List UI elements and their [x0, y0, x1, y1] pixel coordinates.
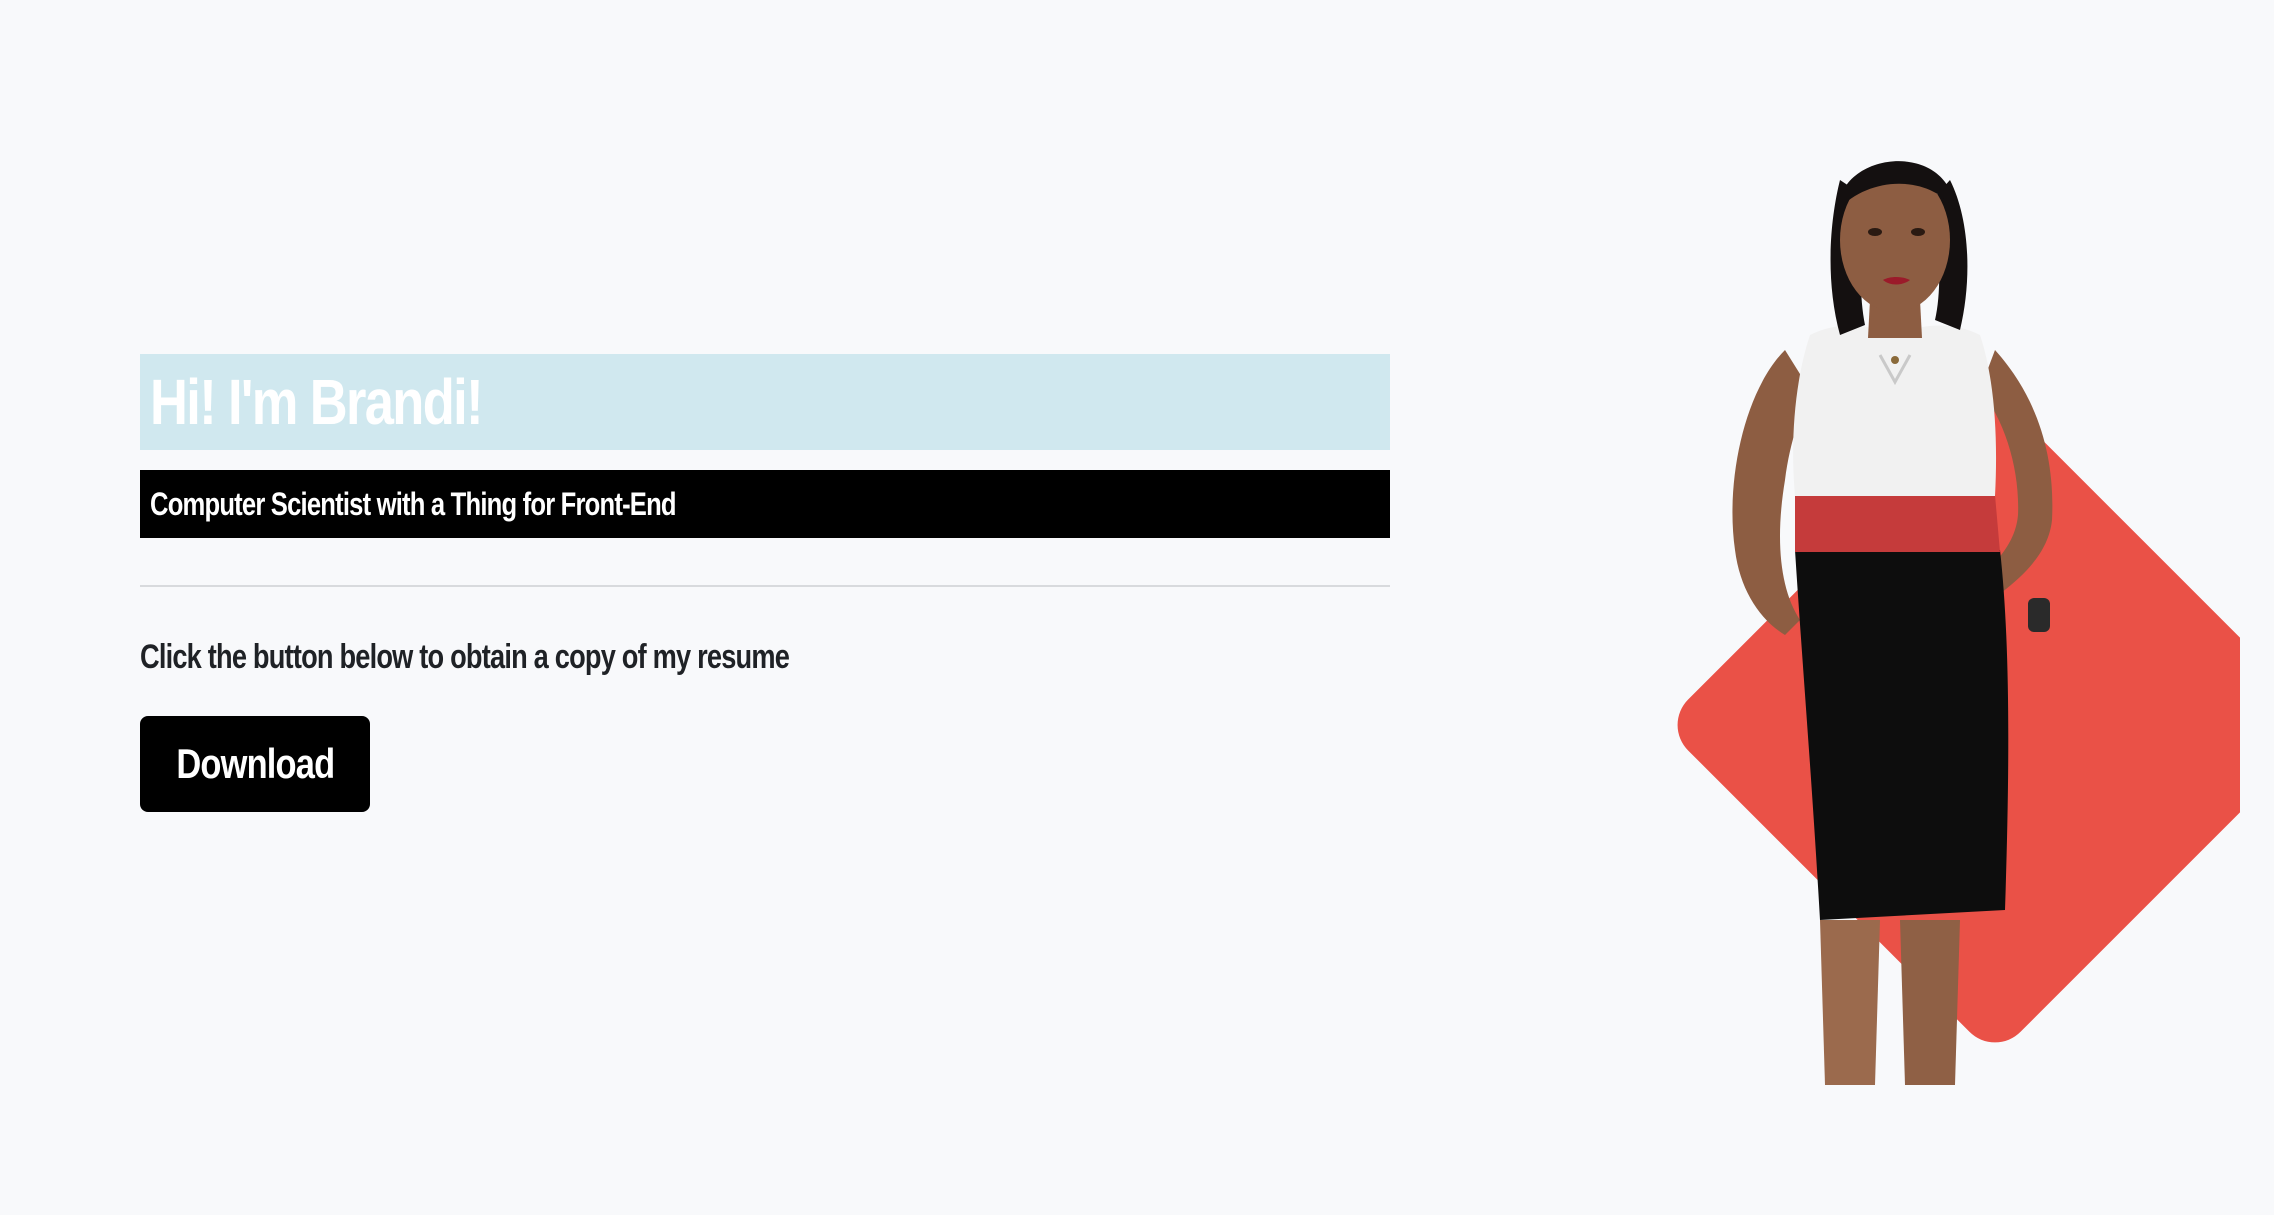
- heading-banner: Hi! I'm Brandi!: [140, 354, 1390, 450]
- dress-skirt: [1795, 550, 2009, 920]
- download-resume-button[interactable]: Download: [140, 716, 370, 812]
- resume-prompt: Click the button below to obtain a copy …: [140, 638, 790, 676]
- page-subtitle: Computer Scientist with a Thing for Fron…: [150, 485, 677, 522]
- dress-waistband: [1795, 495, 2000, 552]
- page: Hi! I'm Brandi! Computer Scientist with …: [0, 0, 2274, 1215]
- subtitle-banner: Computer Scientist with a Thing for Fron…: [140, 470, 1390, 538]
- download-button-label: Download: [176, 740, 335, 787]
- page-heading: Hi! I'm Brandi!: [150, 366, 484, 438]
- divider: [140, 585, 1390, 587]
- dress-bodice: [1793, 325, 1997, 496]
- page-footer-strip: [0, 1215, 2274, 1230]
- portrait-image: [1677, 161, 2240, 1085]
